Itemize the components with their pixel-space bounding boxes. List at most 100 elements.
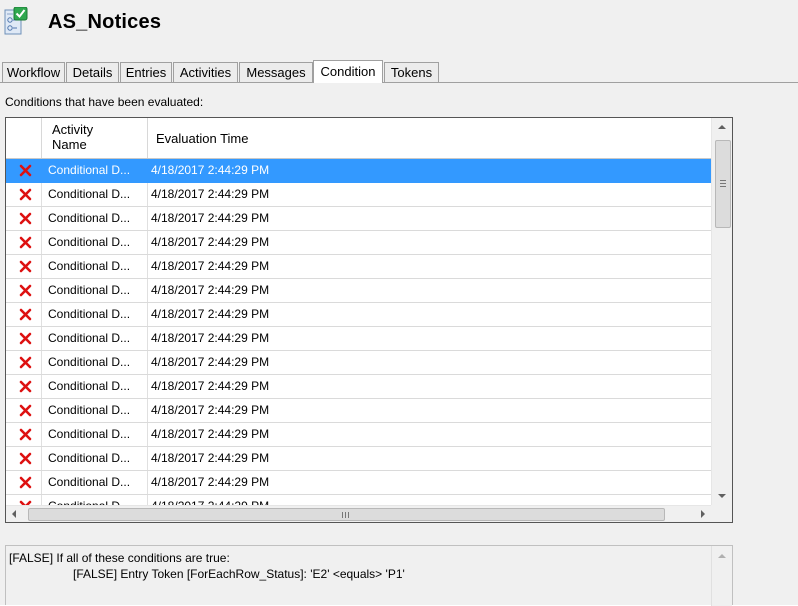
tab-entries[interactable]: Entries	[120, 62, 172, 82]
tab-tokens[interactable]: Tokens	[384, 62, 439, 82]
table-row[interactable]: Conditional D...4/18/2017 2:44:29 PM	[6, 423, 711, 447]
table-row[interactable]: Conditional D...4/18/2017 2:44:29 PM	[6, 399, 711, 423]
vertical-scroll-thumb[interactable]	[715, 140, 731, 228]
evaluation-time-cell: 4/18/2017 2:44:29 PM	[151, 379, 270, 393]
detail-vertical-scrollbar[interactable]	[711, 546, 732, 606]
evaluation-time-cell: 4/18/2017 2:44:29 PM	[151, 451, 270, 465]
table-row[interactable]: Conditional D...4/18/2017 2:44:29 PM	[6, 327, 711, 351]
false-x-icon	[19, 476, 32, 489]
activity-name-cell: Conditional D...	[42, 375, 148, 398]
table-row[interactable]: Conditional D...4/18/2017 2:44:29 PM	[6, 303, 711, 327]
table-row[interactable]: Conditional D...4/18/2017 2:44:29 PM	[6, 207, 711, 231]
false-x-icon	[19, 236, 32, 249]
status-cell	[6, 159, 42, 182]
table-row[interactable]: Conditional D...4/18/2017 2:44:29 PM	[6, 231, 711, 255]
condition-panel: Conditions that have been evaluated: Act…	[0, 83, 798, 606]
activity-name-cell: Conditional D...	[42, 423, 148, 446]
column-header-activity-name-label: Activity Name	[52, 122, 94, 152]
status-cell	[6, 351, 42, 374]
status-cell	[6, 327, 42, 350]
tab-activities[interactable]: Activities	[173, 62, 238, 82]
scroll-right-arrow-icon[interactable]	[701, 510, 705, 518]
false-x-icon	[19, 164, 32, 177]
status-cell	[6, 231, 42, 254]
false-x-icon	[19, 380, 32, 393]
status-cell	[6, 423, 42, 446]
evaluation-time-cell: 4/18/2017 2:44:29 PM	[151, 259, 270, 273]
scroll-up-arrow-icon[interactable]	[718, 125, 726, 129]
false-x-icon	[19, 332, 32, 345]
evaluation-time-cell: 4/18/2017 2:44:29 PM	[151, 355, 270, 369]
status-cell	[6, 399, 42, 422]
scrollbar-corner	[711, 505, 732, 522]
scroll-down-arrow-icon[interactable]	[718, 494, 726, 498]
tab-condition[interactable]: Condition	[313, 60, 383, 83]
detail-scroll-up-arrow-icon[interactable]	[718, 554, 726, 558]
table-row[interactable]: Conditional D...4/18/2017 2:44:29 PM	[6, 471, 711, 495]
table-row[interactable]: Conditional D...4/18/2017 2:44:29 PM	[6, 447, 711, 471]
tab-messages[interactable]: Messages	[239, 62, 313, 82]
false-x-icon	[19, 404, 32, 417]
status-cell	[6, 303, 42, 326]
status-cell	[6, 207, 42, 230]
evaluation-time-cell: 4/18/2017 2:44:29 PM	[151, 211, 270, 225]
activity-name-cell: Conditional D...	[42, 351, 148, 374]
evaluation-time-cell: 4/18/2017 2:44:29 PM	[151, 163, 270, 177]
activity-name-cell: Conditional D...	[42, 471, 148, 494]
status-cell	[6, 471, 42, 494]
column-header-activity-name[interactable]: Activity Name	[42, 118, 148, 158]
scroll-left-arrow-icon[interactable]	[12, 510, 16, 518]
activity-name-cell: Conditional D...	[42, 159, 148, 182]
false-x-icon	[19, 308, 32, 321]
condition-detail-box[interactable]: [FALSE] If all of these conditions are t…	[5, 545, 733, 606]
status-cell	[6, 447, 42, 470]
detail-line-2: [FALSE] Entry Token [ForEachRow_Status]:…	[73, 567, 405, 581]
evaluation-time-cell: 4/18/2017 2:44:29 PM	[151, 427, 270, 441]
false-x-icon	[19, 452, 32, 465]
activity-name-cell: Conditional D...	[42, 279, 148, 302]
table-row[interactable]: Conditional D...4/18/2017 2:44:29 PM	[6, 183, 711, 207]
status-cell	[6, 255, 42, 278]
false-x-icon	[19, 260, 32, 273]
table-row[interactable]: Conditional D...4/18/2017 2:44:29 PM	[6, 351, 711, 375]
activity-name-cell: Conditional D...	[42, 231, 148, 254]
tab-strip: Workflow Details Entries Activities Mess…	[0, 60, 798, 83]
evaluation-time-cell: 4/18/2017 2:44:29 PM	[151, 475, 270, 489]
status-cell	[6, 183, 42, 206]
column-header-status[interactable]	[6, 118, 42, 158]
status-cell	[6, 375, 42, 398]
workflow-document-check-icon	[4, 7, 28, 35]
false-x-icon	[19, 188, 32, 201]
activity-name-cell: Conditional D...	[42, 303, 148, 326]
app-title: AS_Notices	[48, 11, 162, 33]
false-x-icon	[19, 356, 32, 369]
horizontal-scrollbar[interactable]	[6, 505, 711, 522]
horizontal-scroll-thumb[interactable]	[28, 508, 665, 521]
activity-name-cell: Conditional D...	[42, 399, 148, 422]
table-row[interactable]: Conditional D...4/18/2017 2:44:29 PM	[6, 159, 711, 183]
title-bar: AS_Notices	[0, 0, 798, 60]
conditions-label: Conditions that have been evaluated:	[5, 95, 204, 109]
evaluation-time-cell: 4/18/2017 2:44:29 PM	[151, 403, 270, 417]
evaluation-time-cell: 4/18/2017 2:44:29 PM	[151, 331, 270, 345]
activity-name-cell: Conditional D...	[42, 255, 148, 278]
table-row[interactable]: Conditional D...4/18/2017 2:44:29 PM	[6, 375, 711, 399]
tab-workflow[interactable]: Workflow	[2, 62, 65, 82]
grid-header: Activity Name Evaluation Time	[6, 118, 711, 159]
conditions-grid[interactable]: Activity Name Evaluation Time Conditional…	[5, 117, 733, 523]
evaluation-time-cell: 4/18/2017 2:44:29 PM	[151, 235, 270, 249]
false-x-icon	[19, 428, 32, 441]
false-x-icon	[19, 212, 32, 225]
evaluation-time-cell: 4/18/2017 2:44:29 PM	[151, 187, 270, 201]
table-row[interactable]: Conditional D...4/18/2017 2:44:29 PM	[6, 279, 711, 303]
activity-name-cell: Conditional D...	[42, 207, 148, 230]
grid-rows: Conditional D... 4/18/2017 2:44:29 PM Cond…	[6, 159, 711, 519]
activity-name-cell: Conditional D...	[42, 447, 148, 470]
tab-details[interactable]: Details	[66, 62, 119, 82]
evaluation-time-cell: 4/18/2017 2:44:29 PM	[151, 283, 270, 297]
activity-name-cell: Conditional D...	[42, 327, 148, 350]
evaluation-time-cell: 4/18/2017 2:44:29 PM	[151, 307, 270, 321]
table-row[interactable]: Conditional D...4/18/2017 2:44:29 PM	[6, 255, 711, 279]
vertical-scrollbar[interactable]	[711, 118, 732, 505]
column-header-evaluation-time[interactable]: Evaluation Time	[148, 118, 711, 158]
